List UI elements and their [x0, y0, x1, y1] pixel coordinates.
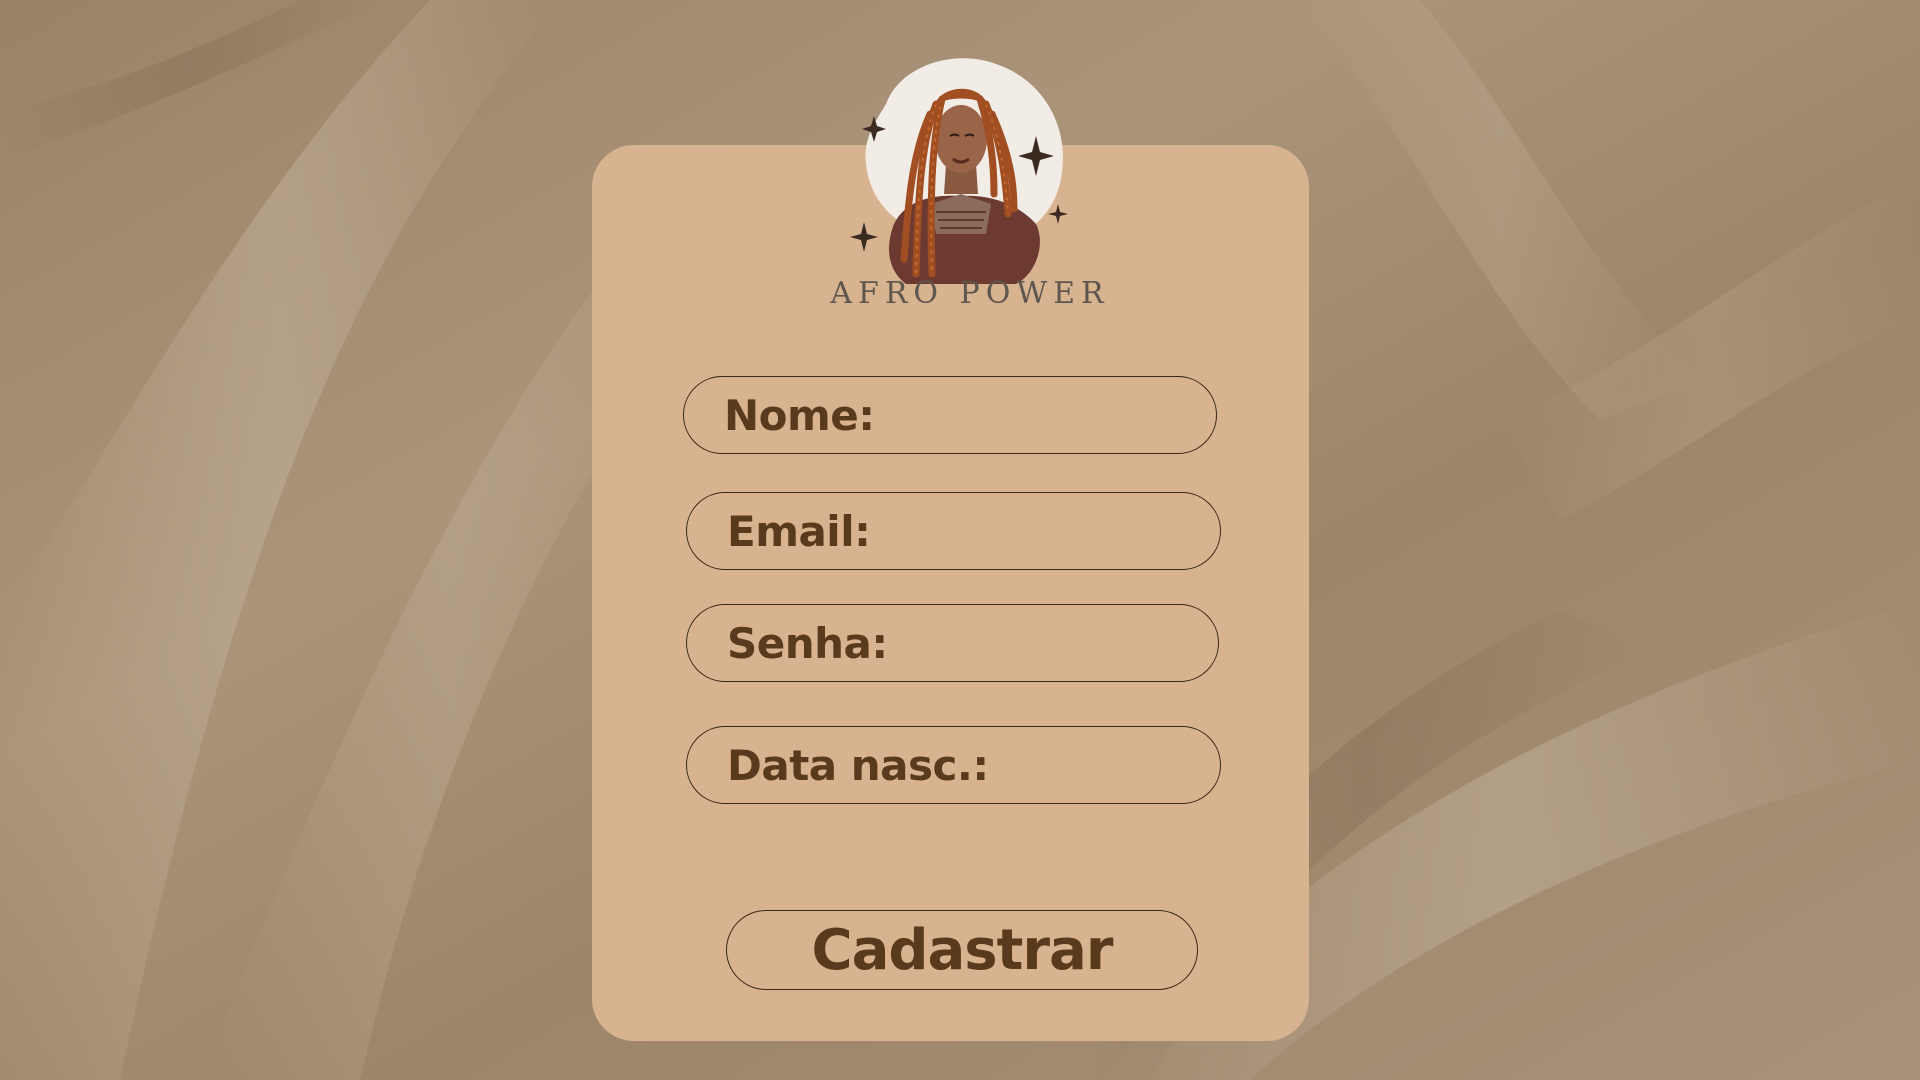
- name-field-label: Nome:: [724, 390, 875, 440]
- woman-with-braids-illustration-icon: [846, 44, 1076, 294]
- name-field[interactable]: Nome:: [683, 376, 1217, 454]
- email-field[interactable]: Email:: [686, 492, 1221, 570]
- email-field-label: Email:: [727, 506, 871, 556]
- register-button-label: Cadastrar: [811, 917, 1114, 983]
- birthdate-field-label: Data nasc.:: [727, 740, 989, 790]
- register-button[interactable]: Cadastrar: [726, 910, 1198, 990]
- brand-name: AFRO POWER: [830, 276, 1110, 311]
- birthdate-field[interactable]: Data nasc.:: [686, 726, 1221, 804]
- password-field[interactable]: Senha:: [686, 604, 1219, 682]
- password-field-label: Senha:: [727, 618, 888, 668]
